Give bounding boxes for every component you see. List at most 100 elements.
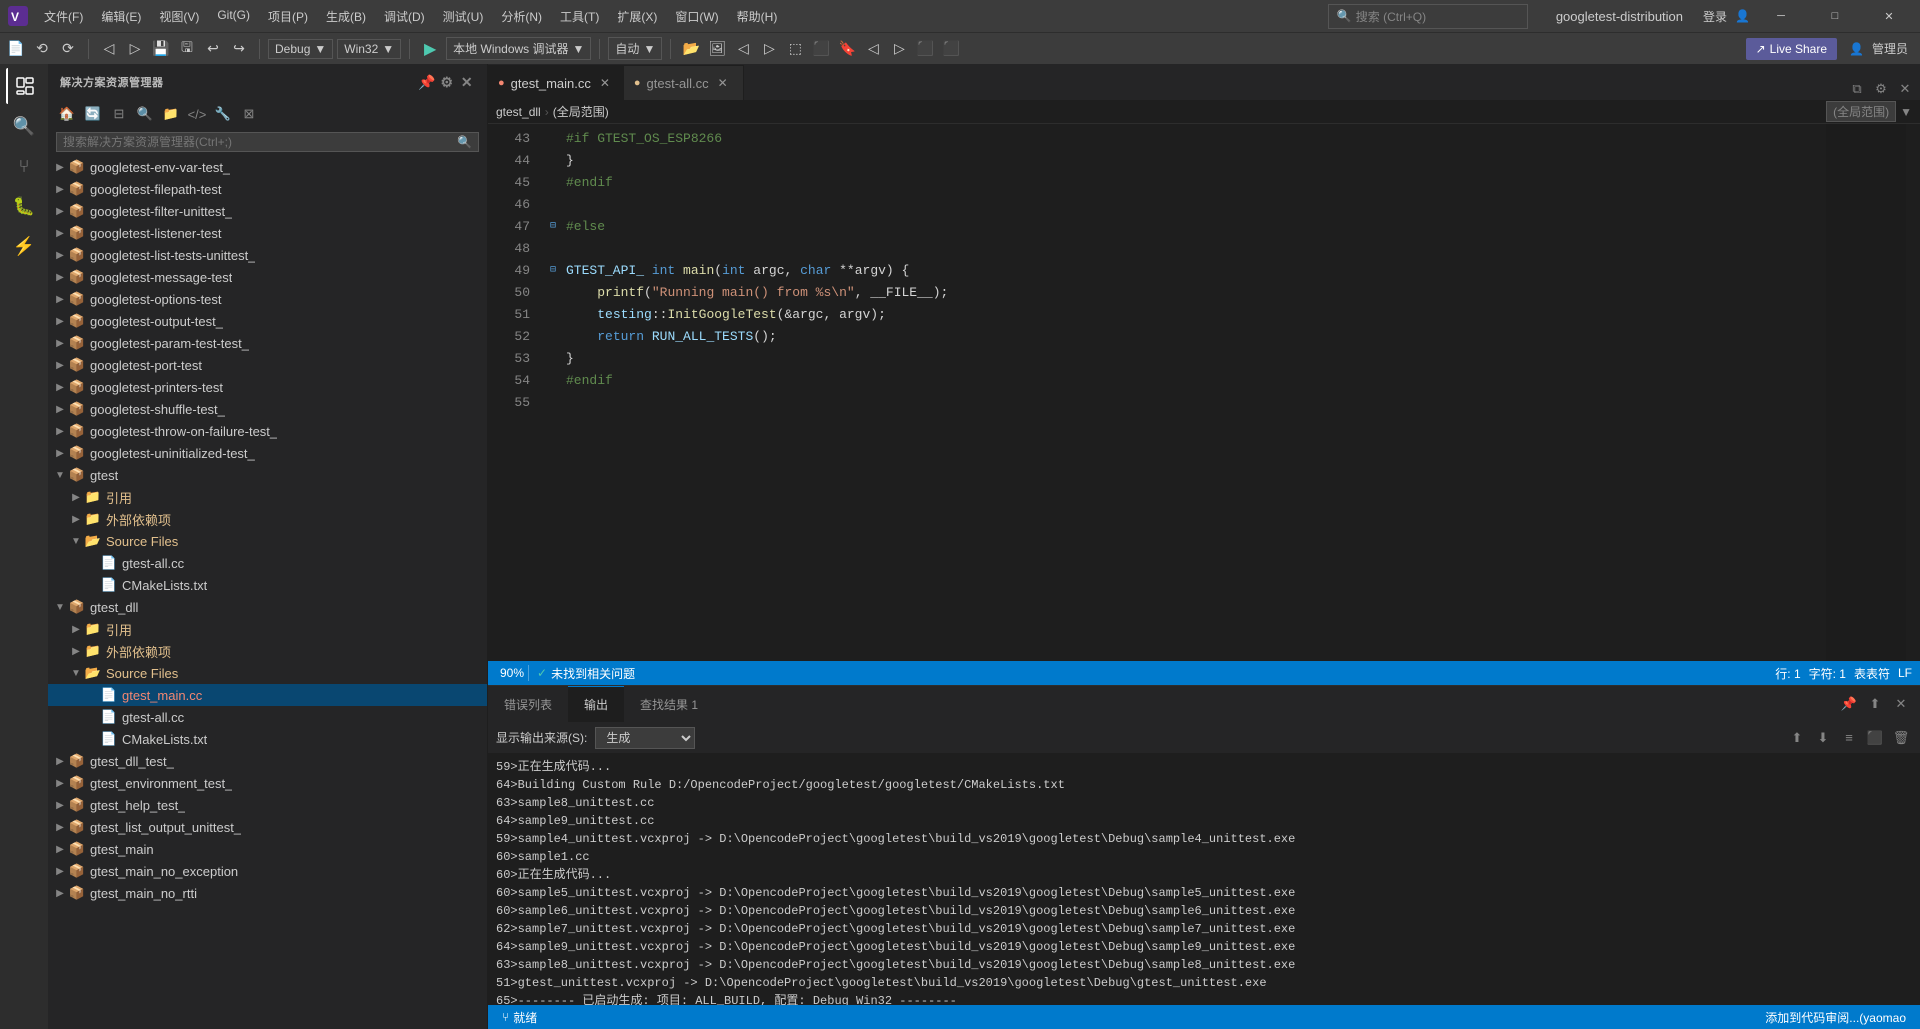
spaces-label[interactable]: 表表符 [1854,665,1890,682]
settings-icon2[interactable]: 🔧 [212,103,234,125]
more-actions-button[interactable]: ⚙ [1870,78,1892,100]
search-box[interactable]: 🔍 搜索 (Ctrl+Q) [1328,4,1528,29]
output-source-select[interactable]: 生成 [595,727,695,749]
debug-config-dropdown[interactable]: Debug ▼ [268,39,333,59]
toolbar-btn-extra6[interactable]: ▷ [887,37,911,61]
redo-button[interactable]: ↪ [227,37,251,61]
toolbar-btn-2[interactable]: ⟲ [30,37,54,61]
tree-item-gtest-ref[interactable]: ▶ 📁 引用 [48,486,487,508]
tree-item-gtest-main-proj[interactable]: ▶ 📦 gtest_main [48,838,487,860]
explorer-icon[interactable] [6,68,42,104]
menu-file[interactable]: 文件(F) [36,4,91,29]
forward-button[interactable]: ▷ [123,37,147,61]
new-folder-button[interactable]: 📁 [160,103,182,125]
tree-item-gtest-environment-test[interactable]: ▶ 📦 gtest_environment_test_ [48,772,487,794]
editor-scrollbar[interactable] [1906,124,1920,661]
tree-item-filter-unittest[interactable]: ▶ 📦 googletest-filter-unittest_ [48,200,487,222]
menu-debug[interactable]: 调试(D) [376,4,433,29]
tree-item-throw-on-failure[interactable]: ▶ 📦 googletest-throw-on-failure-test_ [48,420,487,442]
tree-item-listener-test[interactable]: ▶ 📦 googletest-listener-test [48,222,487,244]
tab-close-button[interactable]: ✕ [715,75,731,91]
menu-test[interactable]: 测试(U) [435,4,492,29]
tree-item-gtest-dll-all-cc[interactable]: 📄 gtest-all.cc [48,706,487,728]
git-icon[interactable]: ⑂ [6,148,42,184]
toolbar-btn-extra8[interactable]: ⬛ [939,37,963,61]
menu-analyze[interactable]: 分析(N) [493,4,550,29]
login-label[interactable]: 登录 [1703,8,1727,25]
tree-item-gtest-ext[interactable]: ▶ 📁 外部依赖项 [48,508,487,530]
save-all-button[interactable]: 🖫 [175,37,199,61]
admin-label[interactable]: 管理员 [1872,40,1908,57]
line-label[interactable]: 行: 1 [1775,665,1800,682]
collapse-all-button[interactable]: 🏠 [56,103,78,125]
tree-item-gtest-help-test[interactable]: ▶ 📦 gtest_help_test_ [48,794,487,816]
menu-git[interactable]: Git(G) [209,4,258,29]
back-button[interactable]: ◁ [97,37,121,61]
live-share-button[interactable]: ↗ Live Share [1746,38,1837,60]
run-dropdown[interactable]: 本地 Windows 调试器 ▼ [446,37,591,60]
panel-tab-errors[interactable]: 错误列表 [488,686,568,722]
maximize-button[interactable]: □ [1812,0,1858,32]
tree-item-filepath-test[interactable]: ▶ 📦 googletest-filepath-test [48,178,487,200]
output-action-4[interactable]: ⬛ [1864,727,1886,749]
menu-window[interactable]: 窗口(W) [667,4,726,29]
view-code-icon[interactable]: </> [186,103,208,125]
menu-help[interactable]: 帮助(H) [729,4,786,29]
tree-item-gtest-main-no-exception[interactable]: ▶ 📦 gtest_main_no_exception [48,860,487,882]
debug-activity-icon[interactable]: 🐛 [6,188,42,224]
toolbar-btn-3[interactable]: ⟳ [56,37,80,61]
tree-item-message-test[interactable]: ▶ 📦 googletest-message-test [48,266,487,288]
split-editor-button[interactable]: ⧉ [1846,78,1868,100]
tree-item-gtest-dll-test[interactable]: ▶ 📦 gtest_dll_test_ [48,750,487,772]
panel-close-icon[interactable]: ✕ [1890,693,1912,715]
tree-item-options-test[interactable]: ▶ 📦 googletest-options-test [48,288,487,310]
tab-close-button[interactable]: ✕ [597,75,613,91]
tree-item-printers-test[interactable]: ▶ 📦 googletest-printers-test [48,376,487,398]
filter-icon[interactable]: ⊠ [238,103,260,125]
collapse-button[interactable]: ⊟ [108,103,130,125]
tree-item-gtest-dll-cmake[interactable]: 📄 CMakeLists.txt [48,728,487,750]
menu-build[interactable]: 生成(B) [318,4,374,29]
tab-gtest-all[interactable]: ● gtest-all.cc ✕ [624,65,744,100]
panel-maximize-icon[interactable]: ⬆ [1864,693,1886,715]
code-content[interactable]: #if GTEST_OS_ESP8266 } #endif ⊟ #else [538,124,1826,661]
tree-item-gtest-dll[interactable]: ▼ 📦 gtest_dll [48,596,487,618]
problems-status[interactable]: ✓ 未找到相关问题 [529,665,643,682]
tree-item-env-var-test[interactable]: ▶ 📦 googletest-env-var-test_ [48,156,487,178]
output-action-3[interactable]: ≡ [1838,727,1860,749]
panel-tab-find[interactable]: 查找结果 1 [624,686,714,722]
breadcrumb-project[interactable]: gtest_dll [496,105,541,119]
tree-item-uninitialized-test[interactable]: ▶ 📦 googletest-uninitialized-test_ [48,442,487,464]
toolbar-btn-img[interactable]: 🖼 [705,37,729,61]
bookmark-button[interactable]: 🔖 [835,37,859,61]
tree-item-gtest-source[interactable]: ▼ 📂 Source Files [48,530,487,552]
menu-extensions[interactable]: 扩展(X) [609,4,665,29]
toolbar-btn-extra4[interactable]: ⬛ [809,37,833,61]
menu-edit[interactable]: 编辑(E) [93,4,149,29]
tab-gtest-main[interactable]: ● gtest_main.cc ✕ [488,65,624,100]
sidebar-close-icon[interactable]: ✕ [459,74,475,90]
folder-open-button[interactable]: 📂 [679,37,703,61]
col-label[interactable]: 字符: 1 [1809,665,1846,682]
right-status[interactable]: 添加到代码审阅...(yaomao [1759,1005,1912,1029]
undo-button[interactable]: ↩ [201,37,225,61]
extensions-icon[interactable]: ⚡ [6,228,42,264]
tree-item-gtest-list-output[interactable]: ▶ 📦 gtest_list_output_unittest_ [48,816,487,838]
breadcrumb-scope-dropdown[interactable]: (全局范围) [1826,101,1896,122]
output-action-1[interactable]: ⬆ [1786,727,1808,749]
close-panel-button[interactable]: ✕ [1894,78,1916,100]
panel-tab-output[interactable]: 输出 [568,686,624,722]
pin-icon[interactable]: 📌 [419,74,435,90]
panel-output[interactable]: 59>正在生成代码... 64>Building Custom Rule D:/… [488,754,1920,1005]
tree-item-gtest-all-cc[interactable]: 📄 gtest-all.cc [48,552,487,574]
tree-item-list-tests-unittest[interactable]: ▶ 📦 googletest-list-tests-unittest_ [48,244,487,266]
breadcrumb-scope[interactable]: (全局范围) [553,103,609,120]
menu-tools[interactable]: 工具(T) [552,4,607,29]
minimize-button[interactable]: ─ [1758,0,1804,32]
sidebar-settings-icon[interactable]: ⚙ [439,74,455,90]
run-button[interactable]: ▶ [418,37,442,61]
platform-dropdown[interactable]: Win32 ▼ [337,39,401,59]
sync-button[interactable]: 🔄 [82,103,104,125]
encoding-label[interactable]: LF [1898,666,1912,680]
tree-item-gtest-dll-ext[interactable]: ▶ 📁 外部依赖项 [48,640,487,662]
